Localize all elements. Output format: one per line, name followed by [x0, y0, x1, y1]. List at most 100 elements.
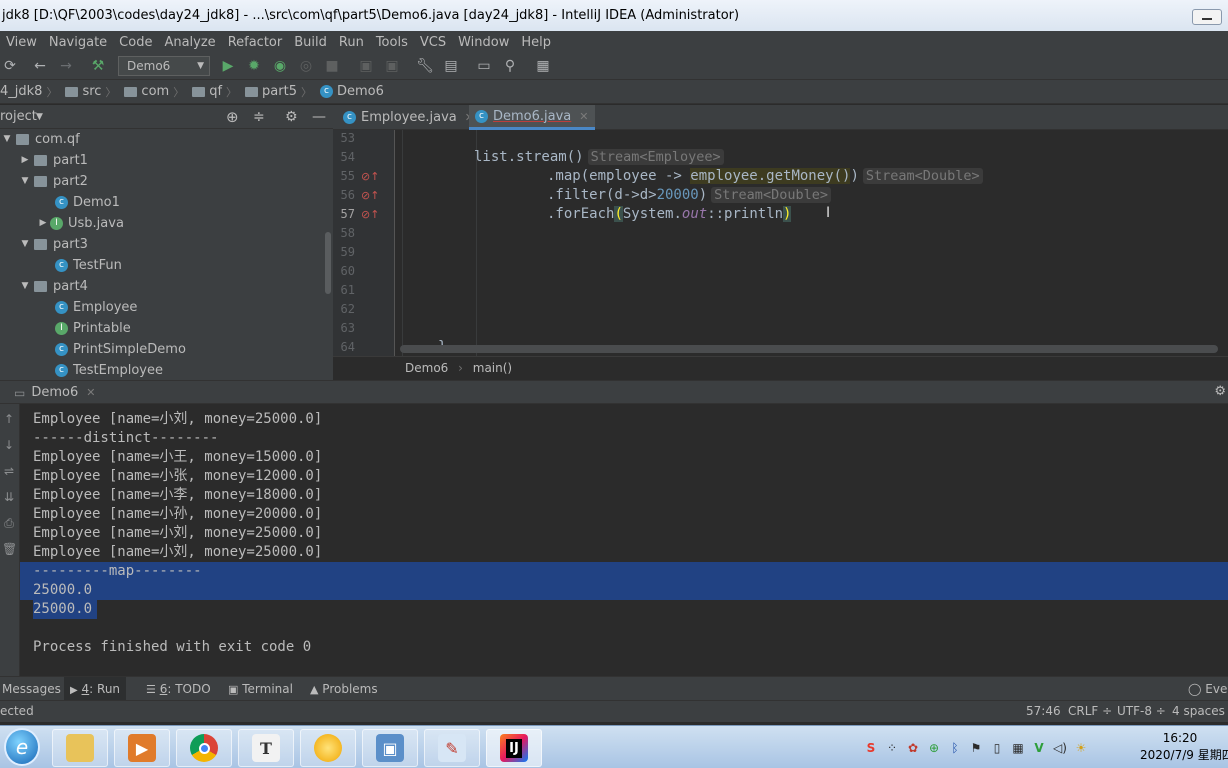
taskbar-typora[interactable]: T: [238, 729, 294, 767]
run-tab-demo6[interactable]: ▭ Demo6 ✕: [0, 381, 95, 404]
tab-employee-java[interactable]: c Employee.java ✕: [337, 105, 480, 130]
console-output[interactable]: Employee [name=小刘, money=25000.0] ------…: [20, 404, 1228, 676]
collapse-all-icon[interactable]: ≑: [253, 105, 265, 129]
close-icon[interactable]: ✕: [86, 386, 95, 399]
up-arrow-icon[interactable]: ↑: [2, 412, 16, 426]
tree-item-part2[interactable]: ▼ part2: [18, 171, 88, 192]
menu-code[interactable]: Code: [113, 35, 158, 50]
bluetooth-icon[interactable]: ᛒ: [946, 739, 964, 757]
scroll-to-end-icon[interactable]: ⇊: [2, 490, 16, 504]
breadcrumb-src[interactable]: src: [57, 84, 105, 99]
start-button[interactable]: e: [4, 728, 40, 766]
breadcrumb-project[interactable]: 4_jdk8: [0, 84, 46, 99]
tab-run[interactable]: ▶ 4: Run: [64, 677, 127, 701]
chevron-down-icon[interactable]: ▼: [36, 105, 43, 129]
coverage-icon[interactable]: ◉: [270, 57, 290, 75]
step-breakpoint-icon[interactable]: ⊘↑: [361, 186, 379, 205]
tree-item-testfun[interactable]: c TestFun: [55, 255, 122, 276]
tree-item-part3[interactable]: ▼ part3: [18, 234, 88, 255]
editor-gutter[interactable]: 53 54 55 ⊘↑ 56 ⊘↑ 57 ⊘↑ 58 59 60 61 62 6…: [333, 130, 395, 356]
tasks-icon[interactable]: ▦: [533, 57, 553, 75]
tree-item-demo1[interactable]: c Demo1: [55, 192, 120, 213]
taskbar-image-viewer[interactable]: ▣: [362, 729, 418, 767]
tray-flag-icon[interactable]: ⚑: [967, 739, 985, 757]
menu-analyze[interactable]: Analyze: [158, 35, 221, 50]
vc-icon[interactable]: V: [1030, 739, 1048, 757]
tab-demo6-java[interactable]: c Demo6.java ✕: [469, 105, 595, 130]
taskbar-explorer[interactable]: [52, 729, 108, 767]
breadcrumb-demo6[interactable]: c Demo6: [312, 84, 388, 99]
menu-view[interactable]: View: [0, 35, 43, 50]
breadcrumb-part5[interactable]: part5: [237, 84, 301, 99]
down-arrow-icon[interactable]: ↓: [2, 438, 16, 452]
step-breakpoint-icon[interactable]: ⊘↑: [361, 167, 379, 186]
debug-icon[interactable]: ✹: [244, 57, 264, 75]
taskbar-clock[interactable]: 16:20 2020/7/9 星期四: [1140, 730, 1228, 764]
menu-vcs[interactable]: VCS: [414, 35, 452, 50]
tray-app-icon[interactable]: ✿: [904, 739, 922, 757]
editor-crumb-method[interactable]: main(): [473, 361, 512, 375]
tree-item-part1[interactable]: ▶ part1: [18, 150, 88, 171]
taskbar-paint[interactable]: ✎: [424, 729, 480, 767]
settings-wrench-icon[interactable]: 🔧︎: [415, 57, 435, 75]
tree-item-employee[interactable]: c Employee: [55, 297, 137, 318]
hide-panel-icon[interactable]: —: [312, 105, 326, 129]
sync-icon[interactable]: ⟳: [0, 57, 20, 75]
run-configuration-select[interactable]: Demo6 ▼: [118, 56, 210, 76]
taskbar-intellij[interactable]: IJ: [486, 729, 542, 767]
trash-icon[interactable]: 🗑︎: [2, 542, 17, 556]
tab-todo[interactable]: ☰ 6: TODO: [146, 677, 211, 701]
forward-arrow-icon[interactable]: →: [56, 57, 76, 75]
tree-item-part4[interactable]: ▼ part4: [18, 276, 88, 297]
tab-event-log[interactable]: ◯ Ever: [1188, 677, 1228, 701]
project-panel-title[interactable]: roject: [0, 105, 37, 129]
tree-item-printsimpledemo[interactable]: c PrintSimpleDemo: [55, 339, 186, 360]
menu-navigate[interactable]: Navigate: [43, 35, 113, 50]
taskbar-messenger[interactable]: [300, 729, 356, 767]
close-icon[interactable]: ✕: [579, 104, 588, 129]
profile-icon[interactable]: ◎: [296, 57, 316, 75]
gear-icon[interactable]: ⚙: [285, 105, 298, 129]
tray-plus-icon[interactable]: ⊕: [925, 739, 943, 757]
vcs-update-icon[interactable]: ▣: [356, 57, 376, 75]
tree-item-testemployee[interactable]: c TestEmployee: [55, 360, 163, 380]
code-editor[interactable]: list.stream() Stream<Employee> .map(emplo…: [396, 130, 1228, 356]
project-tree-scrollbar[interactable]: [325, 232, 331, 294]
weather-icon[interactable]: ☀: [1072, 739, 1090, 757]
caret-position[interactable]: 57:46: [1026, 701, 1061, 722]
window-minimize-button[interactable]: [1192, 9, 1222, 25]
breadcrumb-com[interactable]: com: [116, 84, 173, 99]
print-icon[interactable]: ⎙: [2, 516, 16, 530]
step-breakpoint-icon[interactable]: ⊘↑: [361, 205, 379, 224]
editor-crumb-class[interactable]: Demo6: [405, 361, 448, 375]
taskbar-chrome[interactable]: [176, 729, 232, 767]
gear-icon[interactable]: ⚙: [1214, 384, 1226, 399]
menu-run[interactable]: Run: [333, 35, 370, 50]
vcs-commit-icon[interactable]: ▣: [382, 57, 402, 75]
back-arrow-icon[interactable]: ←: [30, 57, 50, 75]
build-hammer-icon[interactable]: ⚒: [88, 57, 108, 75]
menu-build[interactable]: Build: [288, 35, 333, 50]
tray-device-icon[interactable]: ▯: [988, 739, 1006, 757]
menu-refactor[interactable]: Refactor: [222, 35, 289, 50]
soft-wrap-icon[interactable]: ⇌: [2, 464, 16, 478]
search-icon[interactable]: ⚲: [500, 57, 520, 75]
tab-problems[interactable]: ▲ Problems: [310, 677, 378, 701]
input-mode-icon[interactable]: ⁘: [883, 739, 901, 757]
taskbar-media-player[interactable]: ▶: [114, 729, 170, 767]
menu-window[interactable]: Window: [452, 35, 515, 50]
network-icon[interactable]: ▦: [1009, 739, 1027, 757]
indent-select[interactable]: 4 spaces: [1172, 701, 1225, 722]
sogou-input-icon[interactable]: S: [862, 739, 880, 757]
run-icon[interactable]: ▶: [218, 57, 238, 75]
project-structure-icon[interactable]: ▤: [441, 57, 461, 75]
tab-messages[interactable]: Messages: [2, 677, 61, 701]
tab-terminal[interactable]: ▣ Terminal: [228, 677, 293, 701]
locate-target-icon[interactable]: ⊕: [226, 105, 239, 129]
tree-item-usb-java[interactable]: ▶ I Usb.java: [36, 213, 124, 234]
encoding-select[interactable]: UTF-8 ÷: [1117, 701, 1166, 722]
breadcrumb-qf[interactable]: qf: [184, 84, 226, 99]
tree-item-com-qf[interactable]: ▼ com.qf: [0, 129, 80, 150]
sdk-window-icon[interactable]: ▭: [474, 57, 494, 75]
editor-horizontal-scrollbar[interactable]: [400, 345, 1218, 353]
